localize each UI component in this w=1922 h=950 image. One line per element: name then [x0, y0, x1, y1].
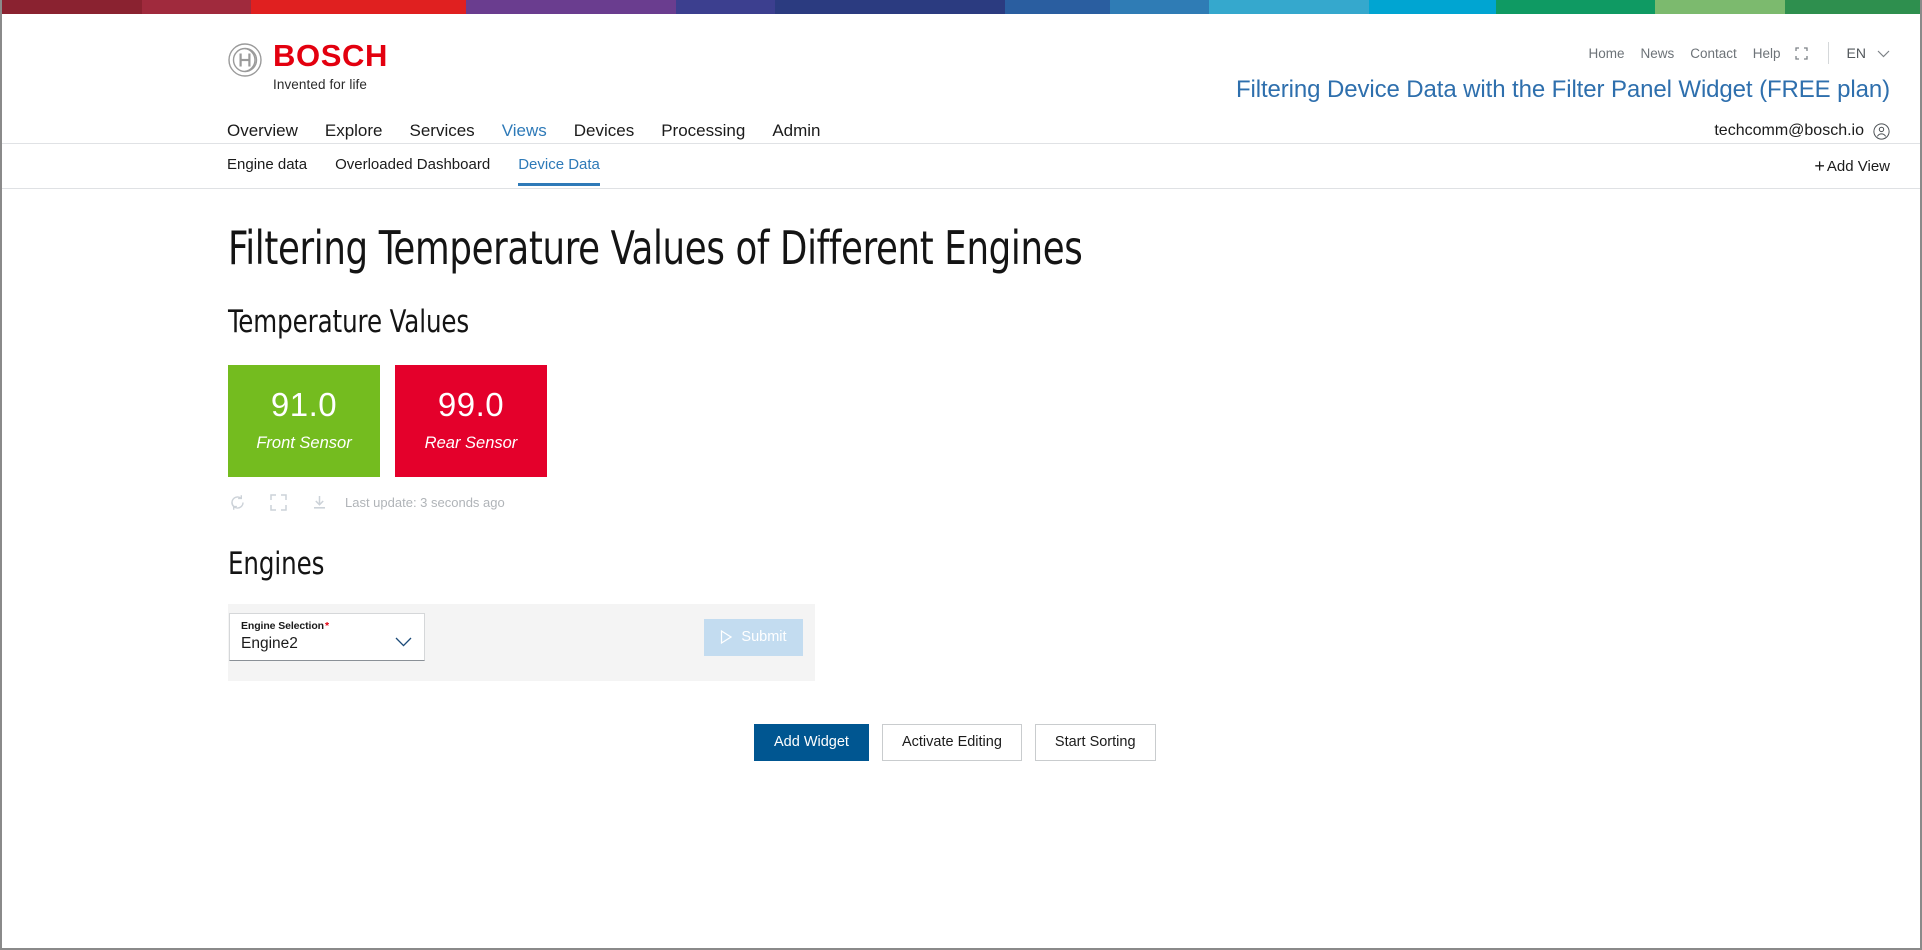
- nav-item-admin[interactable]: Admin: [772, 121, 820, 141]
- tile-front-sensor[interactable]: 91.0 Front Sensor: [228, 365, 380, 477]
- meta-link-home[interactable]: Home: [1588, 46, 1624, 61]
- nav-item-explore[interactable]: Explore: [325, 121, 383, 141]
- tab-overloaded-dashboard[interactable]: Overloaded Dashboard: [335, 144, 490, 186]
- supergraphic-segment-6: [1005, 0, 1110, 14]
- temperature-tiles: 91.0 Front Sensor 99.0 Rear Sensor: [228, 365, 1920, 477]
- tile-value: 91.0: [271, 388, 337, 421]
- supergraphic-segment-11: [1655, 0, 1785, 14]
- submit-label: Submit: [741, 629, 786, 645]
- meta-divider: [1828, 42, 1829, 64]
- page-title: Filtering Temperature Values of Differen…: [228, 223, 1683, 274]
- supergraphic-segment-10: [1496, 0, 1656, 14]
- submit-button[interactable]: Submit: [704, 619, 803, 656]
- tile-label: Rear Sensor: [425, 434, 518, 453]
- temperature-section-title: Temperature Values: [228, 304, 1717, 340]
- download-icon[interactable]: [310, 493, 329, 512]
- chevron-down-icon[interactable]: [1877, 46, 1890, 61]
- nav-item-views[interactable]: Views: [502, 121, 547, 141]
- bosch-logo[interactable]: BOSCH Invented for life: [227, 40, 388, 92]
- tab-device-data[interactable]: Device Data: [518, 144, 600, 186]
- tile-value: 99.0: [438, 388, 504, 421]
- supergraphic-segment-3: [466, 0, 676, 14]
- user-account[interactable]: techcomm@bosch.io: [1714, 122, 1890, 140]
- filter-panel-widget: Engine Selection* Engine2 Submit: [228, 604, 815, 681]
- nav-item-devices[interactable]: Devices: [574, 121, 634, 141]
- nav-item-services[interactable]: Services: [410, 121, 475, 141]
- bosch-anchor-icon: [227, 42, 263, 78]
- supergraphic-segment-5: [775, 0, 1005, 14]
- chevron-down-icon[interactable]: [395, 634, 412, 644]
- meta-link-help[interactable]: Help: [1753, 46, 1781, 61]
- engine-selection-label: Engine Selection*: [241, 620, 414, 632]
- engines-section-title: Engines: [228, 546, 1717, 582]
- supergraphic-segment-9: [1369, 0, 1496, 14]
- action-buttons: Add Widget Activate Editing Start Sortin…: [754, 724, 1920, 761]
- play-icon: [720, 630, 732, 644]
- tile-label: Front Sensor: [256, 434, 351, 453]
- meta-navigation: Home News Contact Help EN: [1572, 42, 1890, 64]
- supergraphic-segment-12: [1785, 0, 1920, 14]
- engine-selection-select[interactable]: Engine Selection* Engine2: [229, 613, 425, 661]
- add-view-label: Add View: [1827, 158, 1890, 175]
- supergraphic-segment-4: [676, 0, 776, 14]
- user-avatar-icon[interactable]: [1873, 123, 1890, 140]
- fullscreen-icon[interactable]: [269, 493, 288, 512]
- bosch-supergraphic: [2, 0, 1920, 14]
- page-header: BOSCH Invented for life Home News Contac…: [2, 14, 1920, 143]
- supergraphic-segment-8: [1209, 0, 1369, 14]
- tile-rear-sensor[interactable]: 99.0 Rear Sensor: [395, 365, 547, 477]
- language-selector-label[interactable]: EN: [1847, 45, 1866, 61]
- activate-editing-button[interactable]: Activate Editing: [882, 724, 1022, 761]
- page-content: Filtering Temperature Values of Differen…: [2, 189, 1920, 761]
- widget-toolbar: Last update: 3 seconds ago: [228, 492, 1920, 514]
- add-view-button[interactable]: + Add View: [1814, 157, 1890, 175]
- nav-item-overview[interactable]: Overview: [227, 121, 298, 141]
- meta-link-news[interactable]: News: [1640, 46, 1674, 61]
- view-tabs: Engine data Overloaded Dashboard Device …: [227, 144, 628, 190]
- refresh-icon[interactable]: [228, 493, 247, 512]
- last-update-text: Last update: 3 seconds ago: [345, 495, 505, 510]
- main-navigation: Overview Explore Services Views Devices …: [227, 121, 848, 141]
- engine-selection-value: Engine2: [241, 635, 414, 653]
- bosch-claim: Invented for life: [273, 78, 388, 92]
- meta-link-contact[interactable]: Contact: [1690, 46, 1737, 61]
- required-marker: *: [325, 620, 329, 632]
- tab-engine-data[interactable]: Engine data: [227, 144, 307, 186]
- supergraphic-segment-0: [2, 0, 142, 14]
- user-email: techcomm@bosch.io: [1714, 122, 1864, 140]
- external-link-icon[interactable]: [1795, 47, 1808, 60]
- start-sorting-button[interactable]: Start Sorting: [1035, 724, 1156, 761]
- plus-icon: +: [1814, 157, 1825, 175]
- nav-item-processing[interactable]: Processing: [661, 121, 745, 141]
- supergraphic-segment-7: [1110, 0, 1210, 14]
- header-subtitle: Filtering Device Data with the Filter Pa…: [1236, 76, 1890, 104]
- supergraphic-segment-1: [142, 0, 252, 14]
- supergraphic-segment-2: [251, 0, 466, 14]
- view-tabbar: Engine data Overloaded Dashboard Device …: [2, 143, 1920, 189]
- bosch-wordmark: BOSCH: [273, 40, 388, 71]
- add-widget-button[interactable]: Add Widget: [754, 724, 869, 761]
- browser-viewport: BOSCH Invented for life Home News Contac…: [0, 0, 1922, 950]
